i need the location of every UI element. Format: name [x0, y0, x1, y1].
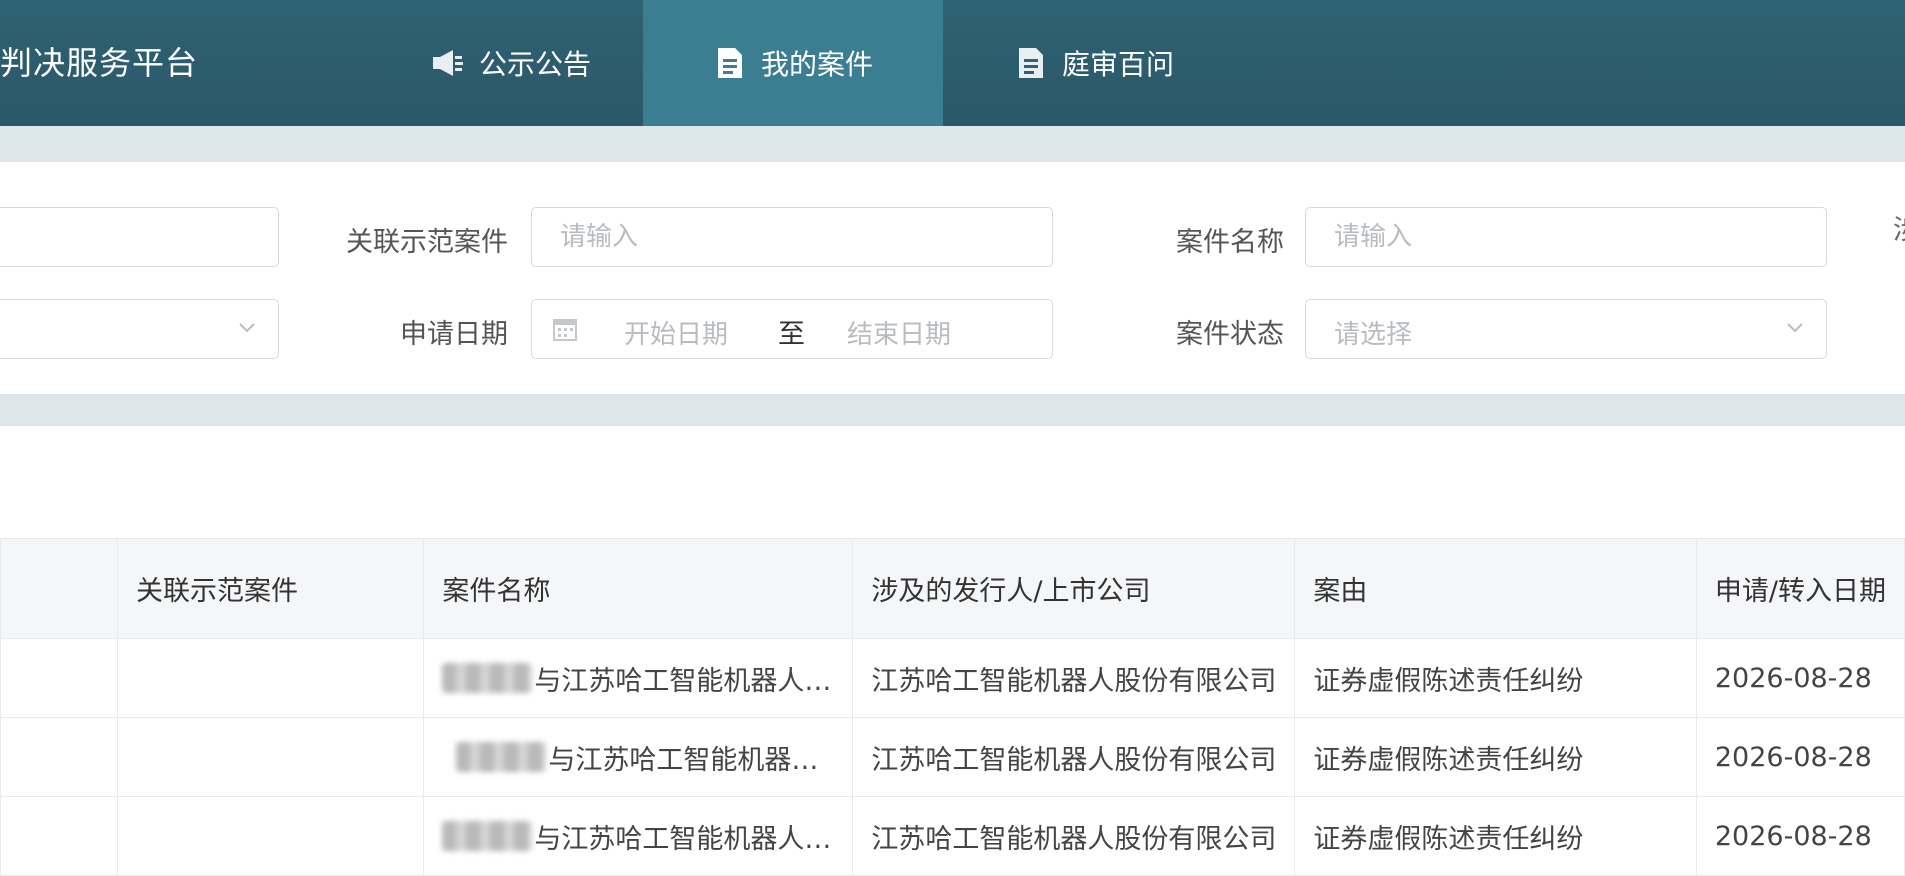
case-name-text: 与江苏哈工智能机器人股份有限公司	[534, 823, 834, 855]
case-results-table: 关联示范案件 案件名称 涉及的发行人/上市公司 案由 申请/转入日期 与江苏哈工…	[0, 538, 1905, 876]
table-header-row: 关联示范案件 案件名称 涉及的发行人/上市公司 案由 申请/转入日期	[0, 538, 1905, 639]
case-name-text: 与江苏哈工智能机器人股份有限公司	[534, 665, 834, 697]
filter-label-cutoff: 涉	[1893, 208, 1905, 247]
filter-label-case-status: 案件状态	[1176, 319, 1284, 350]
nav-tab-label: 公示公告	[478, 48, 591, 81]
table-cell	[0, 638, 119, 718]
chevron-down-icon	[1787, 323, 1803, 333]
column-header	[0, 538, 119, 639]
filter-label-apply-date: 申请日期	[400, 319, 508, 350]
table-cell	[0, 796, 119, 876]
column-header: 案由	[1294, 538, 1697, 639]
table-cell	[0, 717, 119, 797]
nav-tab-announcements[interactable]: 公示公告	[380, 0, 642, 126]
table-row[interactable]: 与江苏哈工智能机器人股份有限公司 江苏哈工智能机器人股份有限公司 证券虚假陈述责…	[0, 717, 1905, 797]
filter-label-case-name: 案件名称	[1176, 227, 1284, 258]
column-header: 案件名称	[423, 538, 854, 639]
calendar-icon	[553, 319, 577, 341]
cause-cell: 证券虚假陈述责任纠纷	[1294, 638, 1697, 718]
column-header: 关联示范案件	[117, 538, 425, 639]
date-range-separator: 至	[778, 319, 805, 350]
top-navigation-bar: 判决服务平台 公示公告 我的案件 庭审百问	[0, 0, 1905, 126]
case-name-cell[interactable]: 与江苏哈工智能机器人股份有限公司	[423, 638, 854, 718]
date-cell: 2026-08-28	[1695, 638, 1905, 718]
platform-title: 判决服务平台	[0, 44, 199, 82]
divider-band	[0, 394, 1905, 426]
cause-cell: 证券虚假陈述责任纠纷	[1294, 796, 1697, 876]
issuer-cell: 江苏哈工智能机器人股份有限公司	[852, 717, 1296, 797]
case-name-cell[interactable]: 与江苏哈工智能机器人股份有限公司	[423, 796, 854, 876]
chevron-down-icon	[239, 323, 255, 333]
filter-label-related-case: 关联示范案件	[346, 227, 508, 258]
related-case-text-field[interactable]	[532, 208, 1052, 266]
nav-tab-trial-faq[interactable]: 庭审百问	[944, 0, 1244, 126]
table-cell	[117, 638, 425, 718]
megaphone-icon	[432, 50, 463, 76]
case-name-input[interactable]	[1305, 207, 1827, 267]
redacted-name	[442, 821, 533, 851]
nav-tab-label: 我的案件	[760, 48, 873, 81]
case-status-placeholder: 请选择	[1334, 320, 1413, 350]
case-name-text-field[interactable]	[1306, 208, 1826, 266]
table-cell	[117, 717, 425, 797]
divider-band	[0, 126, 1905, 162]
table-row[interactable]: 与江苏哈工智能机器人股份有限公司 江苏哈工智能机器人股份有限公司 证券虚假陈述责…	[0, 796, 1905, 876]
nav-tab-my-cases[interactable]: 我的案件	[643, 0, 943, 126]
filter-input-left-cutoff[interactable]	[0, 207, 279, 267]
date-cell: 2026-08-28	[1695, 717, 1905, 797]
search-filter-panel: 关联示范案件 案件名称 涉 申请日期 开始日期 至 结束日期 案件状态 请选择	[0, 162, 1905, 394]
issuer-cell: 江苏哈工智能机器人股份有限公司	[852, 796, 1296, 876]
case-name-cell[interactable]: 与江苏哈工智能机器人股份有限公司	[423, 717, 854, 797]
start-date-placeholder[interactable]: 开始日期	[624, 314, 728, 351]
column-header: 申请/转入日期	[1695, 538, 1905, 639]
filter-select-left-cutoff[interactable]	[0, 299, 279, 359]
end-date-placeholder[interactable]: 结束日期	[847, 314, 951, 351]
redacted-name	[442, 663, 533, 693]
date-cell: 2026-08-28	[1695, 796, 1905, 876]
case-name-text: 与江苏哈工智能机器人股份有限公司	[548, 744, 834, 776]
cause-cell: 证券虚假陈述责任纠纷	[1294, 717, 1697, 797]
nav-tab-label: 庭审百问	[1061, 48, 1174, 81]
document-icon	[1018, 48, 1043, 78]
related-case-input[interactable]	[531, 207, 1053, 267]
document-icon	[717, 48, 742, 78]
case-status-select[interactable]: 请选择	[1305, 299, 1827, 359]
apply-date-range-picker[interactable]: 开始日期 至 结束日期	[531, 299, 1053, 359]
redacted-name	[456, 742, 547, 772]
table-row[interactable]: 与江苏哈工智能机器人股份有限公司 江苏哈工智能机器人股份有限公司 证券虚假陈述责…	[0, 638, 1905, 718]
table-cell	[117, 796, 425, 876]
issuer-cell: 江苏哈工智能机器人股份有限公司	[852, 638, 1296, 718]
column-header: 涉及的发行人/上市公司	[852, 538, 1296, 639]
